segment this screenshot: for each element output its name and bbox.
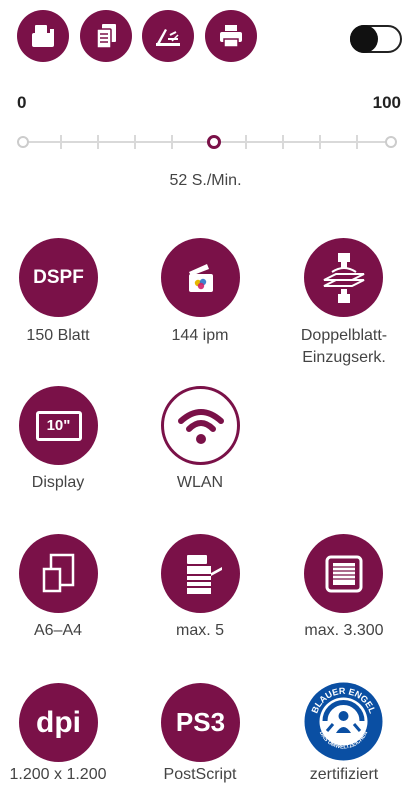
printer-icon	[220, 25, 242, 48]
feature-label: max. 3.300	[304, 622, 384, 639]
feature-label: 150 Blatt	[26, 327, 90, 344]
scanner-icon	[156, 29, 180, 46]
slider-tick	[356, 135, 358, 149]
dpi-icon-text: dpi	[36, 705, 81, 739]
blauer-engel-seal: BLAUER ENGEL DAS UMWELTZEICHEN	[303, 681, 384, 762]
slider-min-label: 0	[17, 93, 27, 112]
paper-trays-icon	[186, 554, 222, 594]
slider-tick	[60, 135, 62, 149]
feature-label: WLAN	[176, 474, 224, 491]
feature-label: max. 5	[175, 622, 224, 639]
display-frame: 10"	[35, 410, 82, 441]
documents-icon	[96, 24, 116, 49]
scan-speed-feature-icon	[161, 238, 240, 317]
feature-label: 1.200 x 1.200	[9, 766, 107, 783]
feature-label-line: Einzugserk.	[302, 349, 386, 366]
wifi-icon	[177, 408, 224, 444]
feature-label: PostScript	[163, 766, 237, 783]
slider-end-dot	[385, 136, 397, 148]
wlan-feature-icon	[161, 386, 240, 465]
copier-icon	[32, 25, 54, 47]
paper-size-icon	[42, 553, 74, 592]
slider-start-dot	[17, 136, 29, 148]
slider-max-label: 100	[372, 93, 401, 112]
scan-mode-button[interactable]	[142, 10, 194, 62]
feature-label: zertifiziert	[309, 766, 379, 783]
print-mode-button[interactable]	[205, 10, 257, 62]
slider-tick	[134, 135, 136, 149]
double-feed-detection-icon	[323, 252, 364, 303]
postscript-feature-icon: PS3	[161, 683, 240, 762]
slider-thumb[interactable]	[207, 135, 222, 149]
slider-tick	[245, 135, 247, 149]
ps3-icon-text: PS3	[175, 707, 226, 737]
display-icon-text: 10"	[46, 417, 71, 434]
feature-label-line: Doppelblatt-	[300, 327, 388, 344]
color-scan-icon	[188, 263, 213, 292]
paper-capacity-feature-icon	[304, 534, 383, 613]
dspf-feature-icon: DSPF	[19, 238, 98, 317]
feature-label: 144 ipm	[171, 327, 229, 344]
slider-tick	[171, 135, 173, 149]
blauer-engel-emblem: BLAUER ENGEL DAS UMWELTZEICHEN	[304, 682, 383, 761]
feature-label: Doppelblatt- Einzugserk.	[284, 325, 404, 369]
resolution-feature-icon: dpi	[19, 683, 98, 762]
paper-size-feature-icon	[19, 534, 98, 613]
copy-mode-button[interactable]	[17, 10, 69, 62]
dspf-icon-text: DSPF	[33, 266, 84, 288]
color-toggle[interactable]	[350, 25, 402, 53]
toggle-icon	[350, 25, 378, 53]
paper-trays-feature-icon	[161, 534, 240, 613]
slider-tick	[97, 135, 99, 149]
feature-label: A6–A4	[33, 622, 83, 639]
paper-capacity-icon	[325, 555, 362, 592]
document-mode-button[interactable]	[80, 10, 132, 62]
feature-label: Display	[31, 474, 85, 491]
speed-value: 52 S./Min.	[169, 172, 242, 189]
slider-tick	[319, 135, 321, 149]
display-feature-icon: 10"	[19, 386, 98, 465]
slider-tick	[282, 135, 284, 149]
double-feed-feature-icon	[304, 238, 383, 317]
